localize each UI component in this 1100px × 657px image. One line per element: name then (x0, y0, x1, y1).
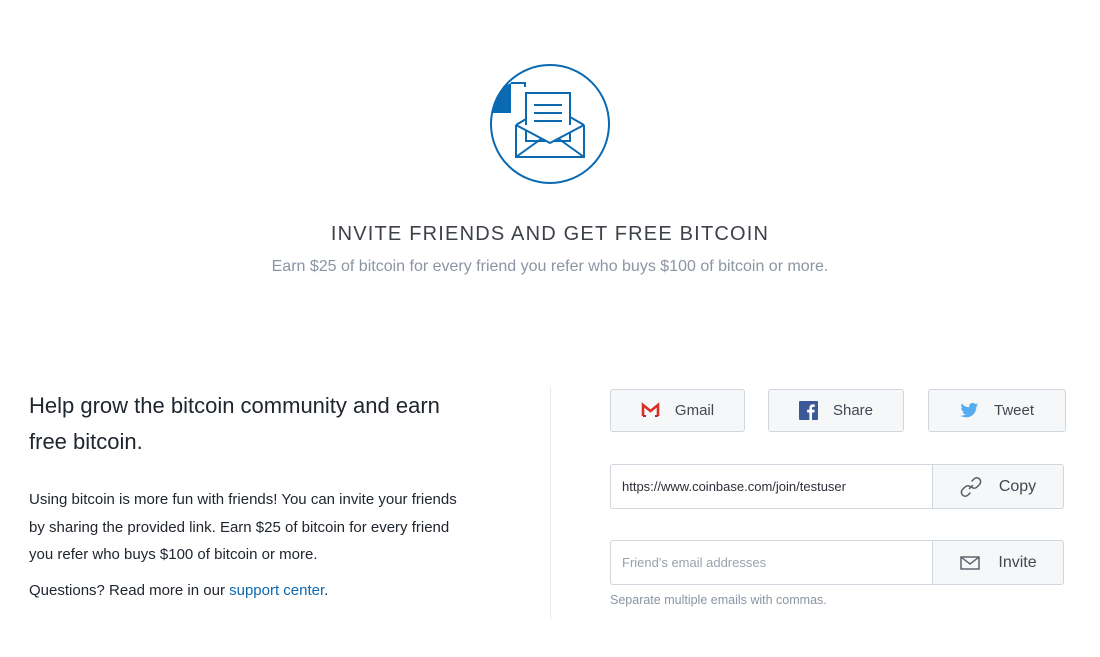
twitter-label: Tweet (993, 402, 1035, 419)
questions-text: Questions? Read more in our support cent… (29, 582, 328, 599)
gmail-label: Gmail (674, 402, 715, 419)
support-center-link[interactable]: support center (229, 582, 324, 599)
referral-link-field[interactable] (610, 464, 932, 509)
questions-prefix: Questions? Read more in our (29, 582, 230, 599)
facebook-share-button[interactable]: Share (768, 389, 904, 432)
link-icon (960, 476, 982, 498)
page-subtitle: Earn $25 of bitcoin for every friend you… (271, 258, 829, 275)
friends-email-input[interactable] (610, 540, 932, 585)
facebook-label: Share (832, 402, 874, 419)
page-title: INVITE FRIENDS AND GET FREE BITCOIN (330, 223, 770, 245)
referral-link-row: Copy (610, 464, 1064, 509)
invite-label: Invite (998, 553, 1037, 571)
info-heading: Help grow the bitcoin community and earn… (29, 393, 440, 454)
gmail-icon (641, 401, 660, 420)
envelope-letter-icon (489, 63, 611, 185)
tweet-button[interactable]: Tweet (928, 389, 1066, 432)
copy-button[interactable]: Copy (932, 464, 1064, 509)
questions-suffix: . (324, 582, 329, 599)
facebook-icon (798, 401, 818, 420)
gmail-button[interactable]: Gmail (610, 389, 745, 432)
twitter-icon (960, 401, 979, 420)
invite-row: Invite (610, 540, 1064, 585)
invite-hint: Separate multiple emails with commas. (610, 593, 827, 607)
copy-label: Copy (998, 477, 1037, 495)
info-body: Using bitcoin is more fun with friends! … (29, 491, 457, 563)
column-divider (550, 387, 551, 619)
mail-icon (959, 552, 981, 574)
invite-button[interactable]: Invite (932, 540, 1064, 585)
